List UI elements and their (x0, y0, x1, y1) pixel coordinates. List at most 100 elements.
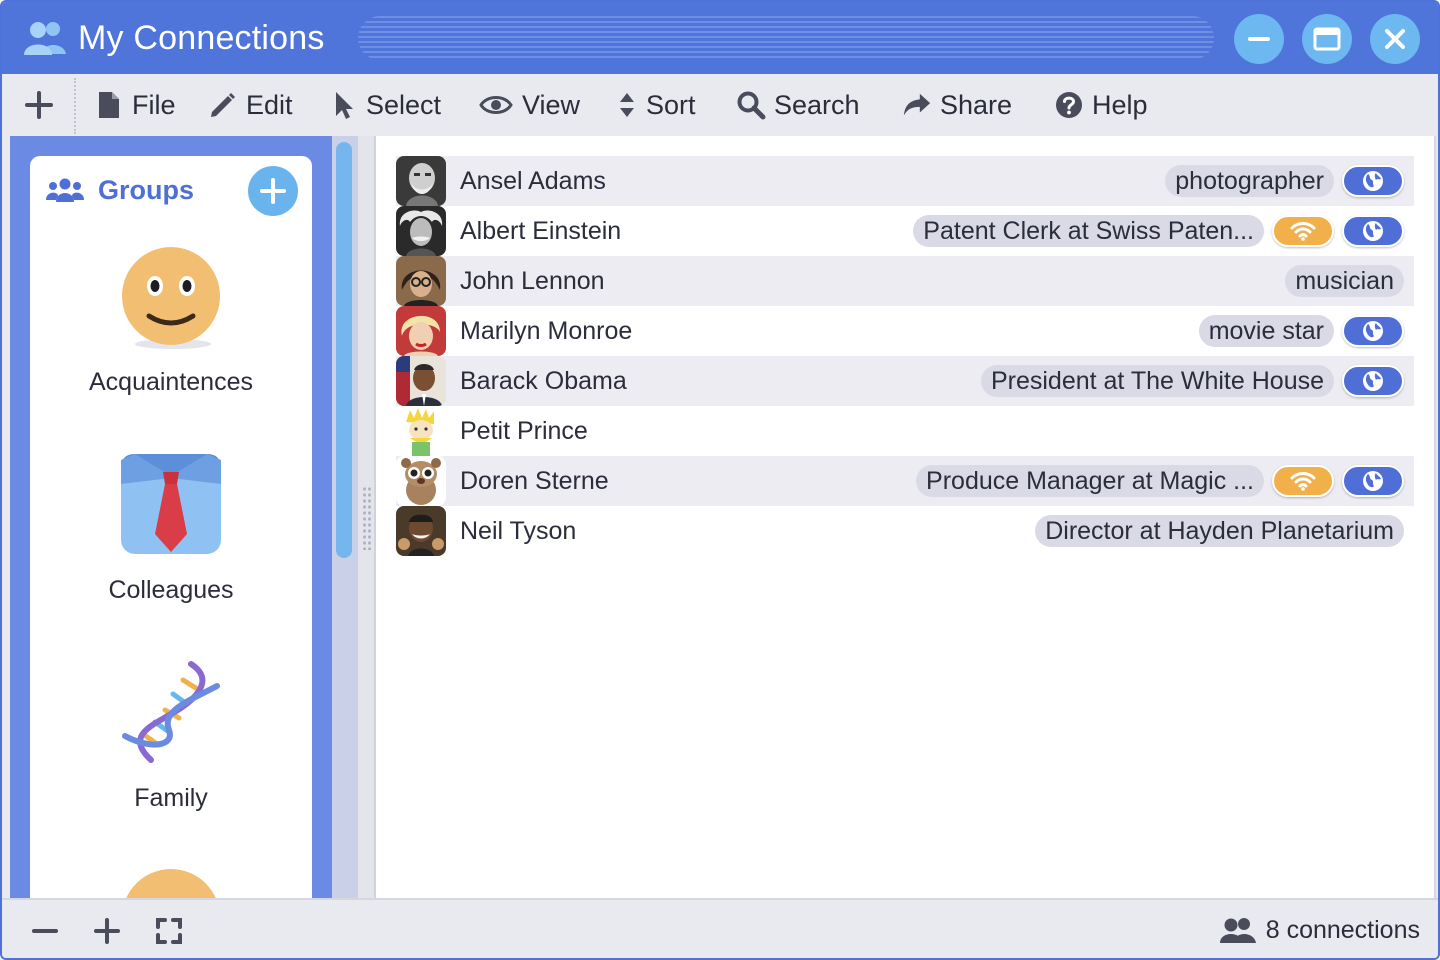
connection-row[interactable]: Albert Einstein Patent Clerk at Swiss Pa… (396, 206, 1414, 256)
fullscreen-icon (156, 918, 182, 944)
menu-search[interactable]: Search (736, 84, 860, 126)
role-tag: Director at Hayden Planetarium (1035, 515, 1404, 547)
app-window: My Connections File Edit Select View Sor… (0, 0, 1440, 960)
menu-file[interactable]: File (94, 84, 176, 126)
sidebar-scroll-thumb[interactable] (336, 142, 352, 558)
role-tag: Produce Manager at Magic ... (916, 465, 1264, 497)
close-button[interactable] (1370, 14, 1420, 64)
minimize-button[interactable] (1234, 14, 1284, 64)
connection-tags: Patent Clerk at Swiss Paten... (913, 206, 1404, 256)
people-icon (22, 20, 70, 56)
group-label: Family (134, 784, 208, 812)
web-badge[interactable] (1342, 165, 1404, 197)
menu-select-label: Select (366, 89, 442, 120)
avatar (396, 356, 446, 406)
groups-panel: Groups Acquaintences Colleagues Family (30, 156, 312, 898)
minimize-icon (1248, 37, 1270, 41)
people-icon (1219, 918, 1256, 943)
connection-row[interactable]: Barack Obama President at The White Hous… (396, 356, 1414, 406)
wifi-badge[interactable] (1272, 465, 1334, 497)
search-icon (736, 90, 766, 120)
menu-share-label: Share (940, 89, 1013, 120)
avatar (396, 456, 446, 506)
globe-icon (1363, 371, 1383, 391)
add-button[interactable] (22, 88, 56, 122)
minus-icon (32, 929, 58, 933)
group-label: Acquaintences (88, 368, 253, 396)
connection-row[interactable]: Ansel Adams photographer (396, 156, 1414, 206)
status-bar: 8 connections (2, 898, 1438, 958)
connection-count: 8 connections (1219, 910, 1420, 950)
plus-icon (260, 178, 286, 204)
fit-button[interactable] (152, 914, 186, 948)
web-badge[interactable] (1342, 215, 1404, 247)
group-label: Colleagues (108, 576, 234, 604)
wifi-badge[interactable] (1272, 215, 1334, 247)
menu-view-label: View (522, 89, 581, 120)
help-icon (1054, 90, 1084, 120)
menu-share[interactable]: Share (902, 84, 1012, 126)
connection-name: Ansel Adams (460, 167, 606, 195)
connection-name: Albert Einstein (460, 217, 622, 245)
menu-help[interactable]: Help (1054, 84, 1148, 126)
web-badge[interactable] (1342, 365, 1404, 397)
web-badge[interactable] (1342, 465, 1404, 497)
file-icon (94, 90, 124, 120)
close-icon (1385, 29, 1405, 49)
groups-title: Groups (98, 175, 195, 205)
connection-row[interactable]: Neil Tyson Director at Hayden Planetariu… (396, 506, 1414, 556)
groups-icon (46, 178, 84, 202)
globe-icon (1363, 321, 1383, 341)
connection-tags: President at The White House (980, 356, 1404, 406)
menu-select[interactable]: Select (328, 84, 441, 126)
menu-help-label: Help (1092, 89, 1148, 120)
wifi-icon (1290, 222, 1316, 241)
group-colleagues[interactable]: Colleagues (30, 452, 312, 622)
connection-tags: Director at Hayden Planetarium (1035, 506, 1404, 556)
avatar (396, 256, 446, 306)
menu-edit[interactable]: Edit (208, 84, 293, 126)
menu-edit-label: Edit (246, 89, 293, 120)
eye-icon (478, 90, 514, 120)
sort-icon (616, 90, 638, 120)
share-icon (902, 90, 932, 120)
web-badge[interactable] (1342, 315, 1404, 347)
splitter-grip[interactable] (362, 486, 372, 550)
menu-sort[interactable]: Sort (616, 84, 696, 126)
group-acquaintences[interactable]: Acquaintences (30, 244, 312, 414)
zoom-in-button[interactable] (90, 914, 124, 948)
globe-icon (1363, 171, 1383, 191)
role-tag: photographer (1165, 165, 1334, 197)
connection-tags: movie star (1198, 306, 1404, 356)
avatar (396, 306, 446, 356)
plus-icon (94, 918, 120, 944)
group-family[interactable]: Family (30, 660, 312, 830)
menu-file-label: File (132, 89, 176, 120)
wifi-icon (1290, 472, 1316, 491)
plus-icon (25, 91, 53, 119)
shirt-tie-icon (121, 454, 221, 554)
title-drag-area[interactable] (358, 16, 1214, 60)
connection-row[interactable]: Marilyn Monroe movie star (396, 306, 1414, 356)
connection-row[interactable]: Petit Prince (396, 406, 1414, 456)
avatar (396, 156, 446, 206)
menu-view[interactable]: View (478, 84, 580, 126)
connection-name: Neil Tyson (460, 517, 577, 545)
maximize-button[interactable] (1302, 14, 1352, 64)
add-group-button[interactable] (248, 166, 298, 216)
role-tag: movie star (1198, 315, 1334, 347)
connection-row[interactable]: John Lennon musician (396, 256, 1414, 306)
connection-count-label: 8 connections (1265, 915, 1420, 944)
window-title: My Connections (78, 19, 325, 57)
globe-icon (1363, 471, 1383, 491)
menu-separator (74, 78, 76, 134)
title-bar[interactable]: My Connections (2, 2, 1438, 74)
zoom-out-button[interactable] (28, 914, 62, 948)
avatar (396, 206, 446, 256)
smiley-face-icon (121, 868, 221, 898)
smiley-face-icon (121, 246, 221, 349)
pencil-icon (208, 90, 238, 120)
connection-row[interactable]: Doren Sterne Produce Manager at Magic ..… (396, 456, 1414, 506)
connection-name: Barack Obama (460, 367, 627, 395)
avatar (396, 506, 446, 556)
